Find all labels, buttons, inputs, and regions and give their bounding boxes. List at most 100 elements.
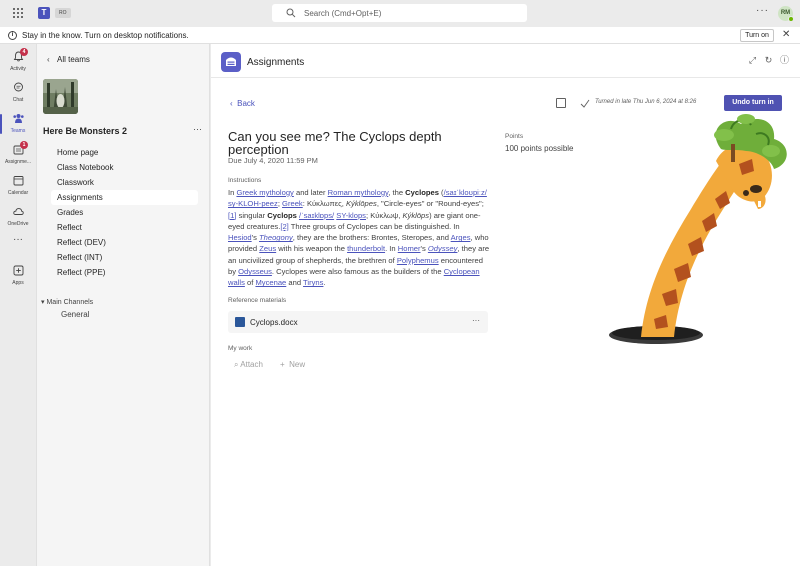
rail-label-chat: Chat <box>12 97 24 103</box>
link-arges[interactable]: Arges <box>451 233 471 242</box>
presence-available-icon <box>788 16 794 22</box>
assignments-badge: 1 <box>20 141 28 149</box>
plus-icon: + <box>280 360 290 369</box>
rail-item-onedrive[interactable]: OneDrive <box>0 203 36 233</box>
link-polyphemus[interactable]: Polyphemus <box>397 256 439 265</box>
link-homer[interactable]: Homer <box>398 244 421 253</box>
org-badge[interactable]: RO <box>55 8 71 18</box>
reference-file-card[interactable]: Cyclops.docx ··· <box>228 311 488 333</box>
assignment-title: Can you see me? The Cyclops depth percep… <box>228 129 442 157</box>
link-pronunciation-2[interactable]: /ˈsaɪklɒps/ <box>299 211 334 220</box>
teams-logo-icon: T <box>38 7 50 19</box>
activity-badge: 4 <box>20 48 28 56</box>
rail-label-teams: Teams <box>10 128 26 134</box>
reference-materials-label: Reference materials <box>228 297 287 304</box>
rail-item-activity[interactable]: 4 Activity <box>0 48 36 78</box>
checkmark-icon <box>580 99 590 108</box>
all-teams-link[interactable]: ‹ All teams <box>47 55 90 64</box>
link-mycenae[interactable]: Mycenae <box>255 278 286 287</box>
assignment-main: Assignments ⤢ ↻ ⓘ ‹ Back Turned in late … <box>211 44 800 566</box>
rail-label-apps: Apps <box>12 280 24 286</box>
info-circle-icon[interactable]: ⓘ <box>780 56 789 65</box>
more-options-icon[interactable]: ··· <box>756 5 769 16</box>
back-label: Back <box>237 99 255 108</box>
title-bar: T RO Search (Cmd+Opt+E) ··· RM <box>0 0 800 27</box>
link-respelling[interactable]: sy-KLOH-peez <box>228 199 278 208</box>
chevron-left-icon: ‹ <box>47 55 50 64</box>
team-name: Here Be Monsters 2 <box>43 126 128 136</box>
points-value: 100 points possible <box>505 144 574 153</box>
refresh-icon[interactable]: ↻ <box>764 56 773 65</box>
avatar-initials: RM <box>780 10 791 16</box>
rail-item-more[interactable]: ··· <box>0 234 36 264</box>
rail-item-teams[interactable]: Teams <box>0 110 36 140</box>
nav-item-grades[interactable]: Grades <box>51 205 198 220</box>
rail-label-onedrive: OneDrive <box>7 221 29 227</box>
link-respelling-2[interactable]: SY-klops <box>336 211 366 220</box>
new-label: New <box>289 360 306 369</box>
back-button[interactable]: ‹ Back <box>230 99 255 108</box>
close-icon[interactable]: ✕ <box>782 29 790 40</box>
all-teams-label: All teams <box>57 55 90 64</box>
link-odysseus[interactable]: Odysseus <box>238 267 272 276</box>
nav-item-reflect-ppe[interactable]: Reflect (PPE) <box>51 265 198 280</box>
nav-item-home-page[interactable]: Home page <box>51 145 198 160</box>
link-tiryns[interactable]: Tiryns <box>303 278 323 287</box>
channels-header-label: Main Channels <box>46 299 94 306</box>
teams-icon <box>13 114 24 123</box>
new-button[interactable]: + New <box>280 360 305 369</box>
link-ref-2[interactable]: [2] <box>280 222 288 231</box>
link-roman-mythology[interactable]: Roman mythology <box>328 188 389 197</box>
rail-item-assignments[interactable]: 1 Assignme... <box>0 141 36 171</box>
link-odyssey[interactable]: Odyssey <box>428 244 458 253</box>
cloud-icon <box>13 208 24 215</box>
assignments-app-icon <box>221 52 241 72</box>
link-zeus[interactable]: Zeus <box>259 244 276 253</box>
points-label: Points <box>505 133 524 140</box>
giraffe-illustration <box>609 114 787 344</box>
word-document-icon <box>235 317 245 327</box>
turn-on-notifications-button[interactable]: Turn on <box>740 29 774 42</box>
channels-header[interactable]: ▾ Main Channels <box>41 298 93 306</box>
nav-item-classwork[interactable]: Classwork <box>51 175 198 190</box>
app-launcher-icon[interactable] <box>13 8 24 19</box>
file-more-icon[interactable]: ··· <box>472 316 480 325</box>
nav-item-assignments[interactable]: Assignments <box>51 190 198 205</box>
attach-button[interactable]: ⌕ Attach <box>234 360 263 370</box>
search-icon <box>286 8 296 18</box>
channel-general[interactable]: General <box>61 310 89 319</box>
nav-item-reflect-dev[interactable]: Reflect (DEV) <box>51 235 198 250</box>
app-rail: 4 Activity Chat Teams 1 Assignme... Cale… <box>0 44 36 566</box>
notification-banner: i Stay in the know. Turn on desktop noti… <box>0 27 800 44</box>
team-more-icon[interactable]: ··· <box>193 124 202 134</box>
link-greek[interactable]: Greek <box>282 199 303 208</box>
nav-item-class-notebook[interactable]: Class Notebook <box>51 160 198 175</box>
rail-item-chat[interactable]: Chat <box>0 79 36 109</box>
team-side-panel: ‹ All teams Here Be Monsters 2 ··· Home p… <box>36 44 210 566</box>
link-hesiod[interactable]: Hesiod <box>228 233 252 242</box>
link-greek-mythology[interactable]: Greek mythology <box>236 188 293 197</box>
link-thunderbolt[interactable]: thunderbolt <box>347 244 385 253</box>
immersive-reader-icon[interactable] <box>556 98 566 108</box>
attach-label: Attach <box>240 360 263 369</box>
rail-item-calendar[interactable]: Calendar <box>0 172 36 202</box>
nav-item-reflect-int[interactable]: Reflect (INT) <box>51 250 198 265</box>
app-title: Assignments <box>247 57 305 68</box>
my-work-label: My work <box>228 345 253 352</box>
expand-icon[interactable]: ⤢ <box>748 56 757 65</box>
notification-message: Stay in the know. Turn on desktop notifi… <box>22 31 189 40</box>
search-box[interactable]: Search (Cmd+Opt+E) <box>272 4 527 22</box>
rail-label-calendar: Calendar <box>7 190 29 196</box>
nav-item-reflect[interactable]: Reflect <box>51 220 198 235</box>
more-apps-icon: ··· <box>13 234 23 245</box>
add-apps-icon <box>13 265 24 276</box>
info-icon: i <box>8 31 17 40</box>
user-avatar[interactable]: RM <box>778 6 794 22</box>
link-pronunciation[interactable]: /saɪˈkloʊpiːz/ <box>444 188 487 197</box>
instructions-label: Instructions <box>228 177 262 184</box>
app-header: Assignments ⤢ ↻ ⓘ <box>211 44 800 78</box>
link-theogony[interactable]: Theogony <box>259 233 293 242</box>
rail-item-apps[interactable]: Apps <box>0 262 36 292</box>
rail-label-activity: Activity <box>10 66 26 72</box>
file-name: Cyclops.docx <box>250 318 298 327</box>
